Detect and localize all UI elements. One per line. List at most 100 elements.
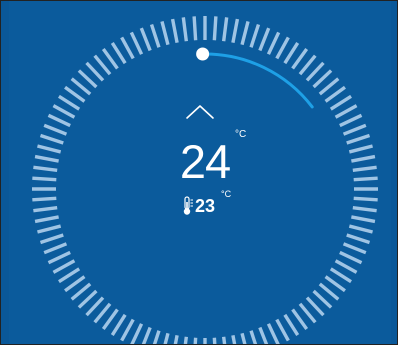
thermostat-panel: 24 °C 23 °C (0, 0, 398, 345)
dial-tick (32, 196, 57, 202)
dial-tick (352, 205, 377, 213)
current-temperature-unit: °C (221, 189, 232, 199)
dial-tick (43, 242, 68, 255)
dial-tick (334, 104, 358, 119)
dial-tick (318, 77, 340, 96)
dial-tick (329, 267, 352, 284)
dial-tick (47, 113, 71, 128)
dial-tick (298, 302, 317, 324)
dial-tick (129, 31, 144, 55)
dial-tick (258, 326, 269, 344)
dial-tick (181, 17, 189, 42)
dial-tick (101, 48, 119, 70)
dial-tick (149, 23, 161, 48)
dial-tick (85, 61, 105, 82)
dial-tick (37, 224, 62, 234)
dial-tick (39, 233, 64, 245)
dial-tick (170, 18, 179, 43)
dial-tick (351, 154, 376, 163)
dial-tick (348, 144, 373, 154)
dial-tick (33, 205, 58, 213)
dial-tick (141, 326, 152, 344)
dial-tick (334, 259, 358, 274)
dial-tick (163, 332, 170, 344)
dial-tick (258, 27, 271, 52)
dial-tick (47, 250, 71, 265)
dial-tick (93, 54, 112, 76)
dial-tick (70, 77, 92, 96)
dial-tick (342, 123, 367, 136)
dial-tick (353, 196, 378, 202)
dial-tick (305, 61, 325, 82)
dial-tick (212, 337, 217, 344)
dial-tick (152, 330, 161, 344)
dial-tick (52, 104, 76, 119)
dial-tick (110, 42, 127, 65)
dial-tick (33, 165, 58, 173)
dial-tick (312, 289, 333, 309)
dial-tick (77, 289, 98, 309)
dial-tick (58, 94, 81, 111)
dial-tick (32, 176, 57, 182)
dial-tick (85, 296, 105, 317)
dial-tick (291, 48, 309, 70)
dial-tick (249, 23, 261, 48)
dial-tick (110, 313, 127, 336)
dial-tick (240, 332, 247, 344)
dial-tick (52, 259, 76, 274)
dial-tick (339, 113, 363, 128)
dial-tick (193, 337, 198, 344)
dial-tick (93, 302, 112, 324)
dial-tick (291, 308, 309, 330)
dial-tick (351, 215, 376, 224)
dial-tick (318, 282, 340, 301)
dial-tick (212, 16, 218, 41)
dial-tick (266, 323, 280, 344)
dial-tick (120, 36, 135, 60)
dial-tick (342, 242, 367, 255)
dial-tick (221, 17, 229, 42)
setpoint-temperature: 24 (179, 135, 231, 188)
dial-tick (346, 233, 371, 245)
current-temperature-readout: 23 (182, 195, 215, 217)
current-temperature-value: 23 (195, 196, 216, 216)
dial-tick (348, 224, 373, 234)
chevron-up-icon[interactable] (185, 104, 215, 120)
dial-tick (70, 282, 92, 301)
dial-tick (324, 85, 346, 103)
dial-tick (249, 330, 258, 344)
dial-tick (352, 165, 377, 173)
dial-tick (329, 94, 352, 111)
dial-tick (353, 176, 378, 182)
dial-tick (37, 144, 62, 154)
dial-tick (283, 42, 300, 65)
dial-tick (160, 21, 170, 46)
dial-tick (231, 335, 237, 344)
dial-tick (324, 275, 346, 293)
dial-tick (39, 133, 64, 145)
dial-tick (346, 133, 371, 145)
dial-tick (192, 16, 198, 41)
dial-tick (275, 36, 290, 60)
dial-tick (339, 250, 363, 265)
dial-tick (43, 123, 68, 136)
dial-tick (275, 318, 290, 342)
dial-tick (139, 27, 152, 52)
dial-tick (240, 21, 250, 46)
dial-tick (266, 31, 281, 55)
dial-tick (183, 336, 189, 344)
dial-tick (305, 296, 325, 317)
dial-tick (173, 335, 179, 344)
dial-tick (64, 275, 86, 293)
dial-tick (58, 267, 81, 284)
dial-tick (298, 54, 317, 76)
dial-tick (283, 313, 300, 336)
thermometer-icon (183, 196, 193, 215)
dial-tick (221, 336, 227, 344)
dial-tick (120, 318, 135, 342)
dial-tick (312, 69, 333, 89)
dial-tick (34, 215, 59, 224)
dial-tick (231, 18, 240, 43)
dial-tick (101, 308, 119, 330)
dial-knob-handle[interactable] (196, 47, 210, 61)
